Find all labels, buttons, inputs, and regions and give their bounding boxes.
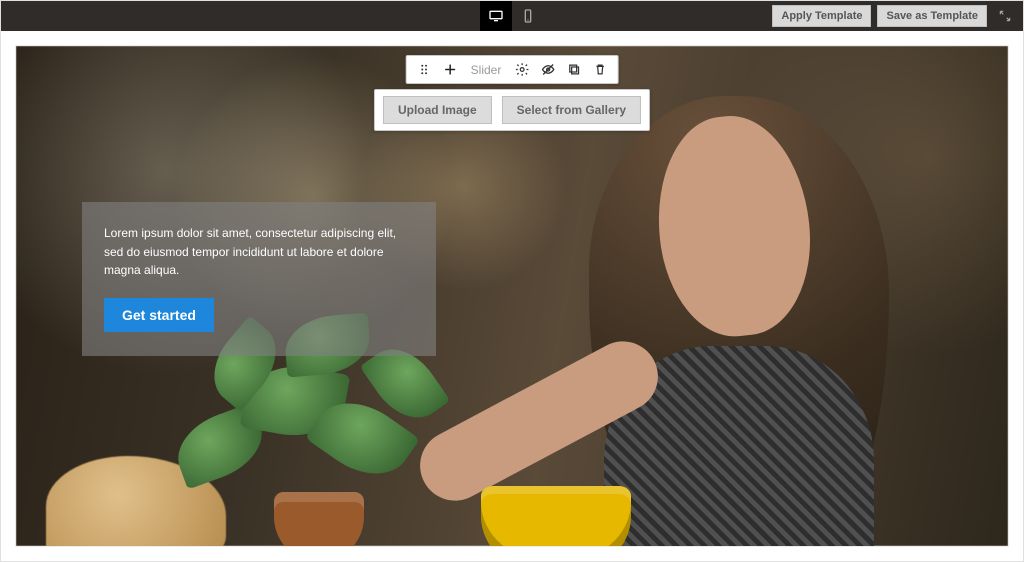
apply-template-button[interactable]: Apply Template: [772, 5, 871, 27]
mobile-view-button[interactable]: [512, 1, 544, 31]
block-type-label: Slider: [463, 63, 510, 77]
top-bar: Apply Template Save as Template: [1, 1, 1023, 31]
add-block-button[interactable]: [437, 56, 463, 83]
eye-off-icon: [541, 62, 556, 77]
drag-handle[interactable]: [411, 56, 437, 83]
hero-overlay-card[interactable]: Lorem ipsum dolor sit amet, consectetur …: [82, 202, 436, 356]
block-toolbar: Slider: [406, 55, 619, 84]
save-as-template-button[interactable]: Save as Template: [877, 5, 987, 27]
get-started-button[interactable]: Get started: [104, 298, 214, 332]
gear-icon: [515, 62, 530, 77]
expand-button[interactable]: [993, 4, 1017, 28]
mobile-icon: [520, 8, 536, 24]
desktop-view-button[interactable]: [480, 1, 512, 31]
foreground-cup: [481, 486, 631, 547]
trash-icon: [593, 62, 608, 77]
image-source-bar: Upload Image Select from Gallery: [374, 89, 650, 131]
foreground-pot: [274, 492, 364, 547]
drag-icon: [416, 62, 431, 77]
duplicate-button[interactable]: [561, 56, 587, 83]
slider-canvas[interactable]: Lorem ipsum dolor sit amet, consectetur …: [15, 45, 1009, 547]
plus-icon: [442, 62, 457, 77]
canvas-wrap: Lorem ipsum dolor sit amet, consectetur …: [1, 31, 1023, 561]
visibility-button[interactable]: [535, 56, 561, 83]
delete-button[interactable]: [587, 56, 613, 83]
select-from-gallery-button[interactable]: Select from Gallery: [502, 96, 641, 124]
hero-body-text: Lorem ipsum dolor sit amet, consectetur …: [104, 224, 414, 280]
settings-button[interactable]: [509, 56, 535, 83]
photo-subject: [569, 86, 889, 547]
copy-icon: [567, 62, 582, 77]
desktop-icon: [488, 8, 504, 24]
device-toggle: [480, 1, 544, 31]
top-right-actions: Apply Template Save as Template: [772, 1, 1023, 31]
expand-icon: [998, 9, 1012, 23]
upload-image-button[interactable]: Upload Image: [383, 96, 492, 124]
